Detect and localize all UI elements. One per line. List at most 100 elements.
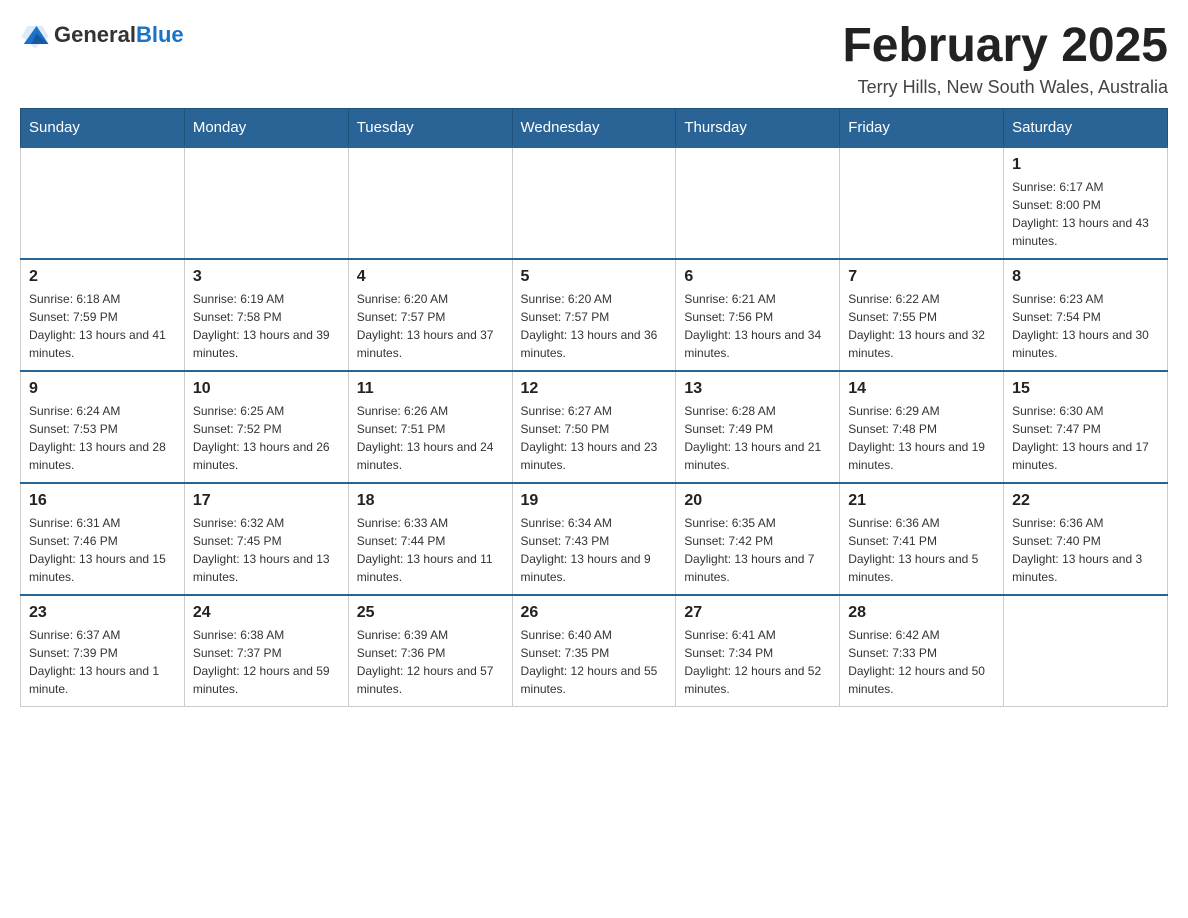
day-info: Sunrise: 6:40 AMSunset: 7:35 PMDaylight:… [521, 626, 668, 698]
table-row: 23Sunrise: 6:37 AMSunset: 7:39 PMDayligh… [21, 595, 185, 707]
calendar-week-3: 9 Sunrise: 6:24 AMSunset: 7:53 PMDaylight… [21, 371, 1168, 483]
table-row [676, 147, 840, 259]
col-sunday: Sunday [21, 108, 185, 147]
day-info: Sunrise: 6:20 AMSunset: 7:57 PMDaylight:… [357, 290, 504, 362]
day-number: 28 [848, 604, 995, 622]
location-text: Terry Hills, New South Wales, Australia [842, 77, 1168, 98]
day-number: 25 [357, 604, 504, 622]
day-info: Sunrise: 6:21 AMSunset: 7:56 PMDaylight:… [684, 290, 831, 362]
col-saturday: Saturday [1004, 108, 1168, 147]
day-number: 8 [1012, 268, 1159, 286]
table-row: 5Sunrise: 6:20 AMSunset: 7:57 PMDaylight… [512, 259, 676, 371]
table-row: 17 Sunrise: 6:32 AMSunset: 7:45 PMDayligh… [184, 483, 348, 595]
table-row: 1 Sunrise: 6:17 AMSunset: 8:00 PMDaylight… [1004, 147, 1168, 259]
day-number: 13 [684, 380, 831, 398]
table-row: 25Sunrise: 6:39 AMSunset: 7:36 PMDayligh… [348, 595, 512, 707]
day-info: Sunrise: 6:19 AMSunset: 7:58 PMDaylight:… [193, 290, 340, 362]
table-row [1004, 595, 1168, 707]
page-header: GeneralBlue February 2025 Terry Hills, N… [20, 20, 1168, 98]
day-number: 19 [521, 492, 668, 510]
logo-text: GeneralBlue [54, 22, 184, 48]
table-row: 13 Sunrise: 6:28 AMSunset: 7:49 PMDayligh… [676, 371, 840, 483]
day-info: Sunrise: 6:25 AMSunset: 7:52 PMDaylight:… [193, 402, 340, 474]
day-info: Sunrise: 6:38 AMSunset: 7:37 PMDaylight:… [193, 626, 340, 698]
table-row: 20 Sunrise: 6:35 AMSunset: 7:42 PMDayligh… [676, 483, 840, 595]
day-number: 2 [29, 268, 176, 286]
day-number: 1 [1012, 156, 1159, 174]
table-row: 19 Sunrise: 6:34 AMSunset: 7:43 PMDayligh… [512, 483, 676, 595]
logo: GeneralBlue [20, 20, 184, 50]
day-info: Sunrise: 6:35 AMSunset: 7:42 PMDaylight:… [684, 514, 831, 586]
day-info: Sunrise: 6:23 AMSunset: 7:54 PMDaylight:… [1012, 290, 1159, 362]
calendar-table: Sunday Monday Tuesday Wednesday Thursday… [20, 108, 1168, 707]
day-info: Sunrise: 6:27 AMSunset: 7:50 PMDaylight:… [521, 402, 668, 474]
day-info: Sunrise: 6:28 AMSunset: 7:49 PMDaylight:… [684, 402, 831, 474]
table-row: 11 Sunrise: 6:26 AMSunset: 7:51 PMDayligh… [348, 371, 512, 483]
day-info: Sunrise: 6:32 AMSunset: 7:45 PMDaylight:… [193, 514, 340, 586]
table-row: 12 Sunrise: 6:27 AMSunset: 7:50 PMDayligh… [512, 371, 676, 483]
table-row [840, 147, 1004, 259]
day-number: 7 [848, 268, 995, 286]
col-monday: Monday [184, 108, 348, 147]
table-row: 7Sunrise: 6:22 AMSunset: 7:55 PMDaylight… [840, 259, 1004, 371]
calendar-header-row: Sunday Monday Tuesday Wednesday Thursday… [21, 108, 1168, 147]
table-row: 6 Sunrise: 6:21 AMSunset: 7:56 PMDaylight… [676, 259, 840, 371]
day-number: 21 [848, 492, 995, 510]
table-row [348, 147, 512, 259]
day-number: 12 [521, 380, 668, 398]
day-number: 23 [29, 604, 176, 622]
table-row: 9 Sunrise: 6:24 AMSunset: 7:53 PMDaylight… [21, 371, 185, 483]
table-row: 15Sunrise: 6:30 AMSunset: 7:47 PMDayligh… [1004, 371, 1168, 483]
table-row: 28 Sunrise: 6:42 AMSunset: 7:33 PMDayligh… [840, 595, 1004, 707]
day-number: 9 [29, 380, 176, 398]
table-row: 24 Sunrise: 6:38 AMSunset: 7:37 PMDayligh… [184, 595, 348, 707]
day-number: 27 [684, 604, 831, 622]
table-row: 26Sunrise: 6:40 AMSunset: 7:35 PMDayligh… [512, 595, 676, 707]
table-row: 3 Sunrise: 6:19 AMSunset: 7:58 PMDaylight… [184, 259, 348, 371]
table-row: 4 Sunrise: 6:20 AMSunset: 7:57 PMDaylight… [348, 259, 512, 371]
col-friday: Friday [840, 108, 1004, 147]
calendar-week-4: 16 Sunrise: 6:31 AMSunset: 7:46 PMDayligh… [21, 483, 1168, 595]
table-row: 21 Sunrise: 6:36 AMSunset: 7:41 PMDayligh… [840, 483, 1004, 595]
month-title: February 2025 [842, 20, 1168, 73]
day-number: 14 [848, 380, 995, 398]
table-row: 27 Sunrise: 6:41 AMSunset: 7:34 PMDayligh… [676, 595, 840, 707]
table-row: 16 Sunrise: 6:31 AMSunset: 7:46 PMDayligh… [21, 483, 185, 595]
day-info: Sunrise: 6:34 AMSunset: 7:43 PMDaylight:… [521, 514, 668, 586]
logo-combined: GeneralBlue [20, 20, 184, 50]
table-row [512, 147, 676, 259]
day-info: Sunrise: 6:29 AMSunset: 7:48 PMDaylight:… [848, 402, 995, 474]
table-row: 18Sunrise: 6:33 AMSunset: 7:44 PMDayligh… [348, 483, 512, 595]
day-number: 4 [357, 268, 504, 286]
day-info: Sunrise: 6:24 AMSunset: 7:53 PMDaylight:… [29, 402, 176, 474]
day-info: Sunrise: 6:18 AMSunset: 7:59 PMDaylight:… [29, 290, 176, 362]
day-number: 20 [684, 492, 831, 510]
day-info: Sunrise: 6:41 AMSunset: 7:34 PMDaylight:… [684, 626, 831, 698]
day-number: 16 [29, 492, 176, 510]
logo-blue: Blue [136, 22, 184, 47]
table-row: 22 Sunrise: 6:36 AMSunset: 7:40 PMDayligh… [1004, 483, 1168, 595]
day-number: 18 [357, 492, 504, 510]
day-info: Sunrise: 6:26 AMSunset: 7:51 PMDaylight:… [357, 402, 504, 474]
day-number: 11 [357, 380, 504, 398]
day-info: Sunrise: 6:36 AMSunset: 7:40 PMDaylight:… [1012, 514, 1159, 586]
table-row: 2 Sunrise: 6:18 AMSunset: 7:59 PMDaylight… [21, 259, 185, 371]
day-info: Sunrise: 6:17 AMSunset: 8:00 PMDaylight:… [1012, 178, 1159, 250]
day-number: 15 [1012, 380, 1159, 398]
table-row: 10Sunrise: 6:25 AMSunset: 7:52 PMDayligh… [184, 371, 348, 483]
day-number: 17 [193, 492, 340, 510]
table-row [184, 147, 348, 259]
calendar-week-1: 1 Sunrise: 6:17 AMSunset: 8:00 PMDaylight… [21, 147, 1168, 259]
day-info: Sunrise: 6:42 AMSunset: 7:33 PMDaylight:… [848, 626, 995, 698]
day-number: 6 [684, 268, 831, 286]
calendar-week-5: 23Sunrise: 6:37 AMSunset: 7:39 PMDayligh… [21, 595, 1168, 707]
col-wednesday: Wednesday [512, 108, 676, 147]
day-number: 24 [193, 604, 340, 622]
day-info: Sunrise: 6:36 AMSunset: 7:41 PMDaylight:… [848, 514, 995, 586]
day-info: Sunrise: 6:31 AMSunset: 7:46 PMDaylight:… [29, 514, 176, 586]
table-row [21, 147, 185, 259]
day-number: 3 [193, 268, 340, 286]
day-number: 22 [1012, 492, 1159, 510]
day-info: Sunrise: 6:20 AMSunset: 7:57 PMDaylight:… [521, 290, 668, 362]
table-row: 8 Sunrise: 6:23 AMSunset: 7:54 PMDaylight… [1004, 259, 1168, 371]
